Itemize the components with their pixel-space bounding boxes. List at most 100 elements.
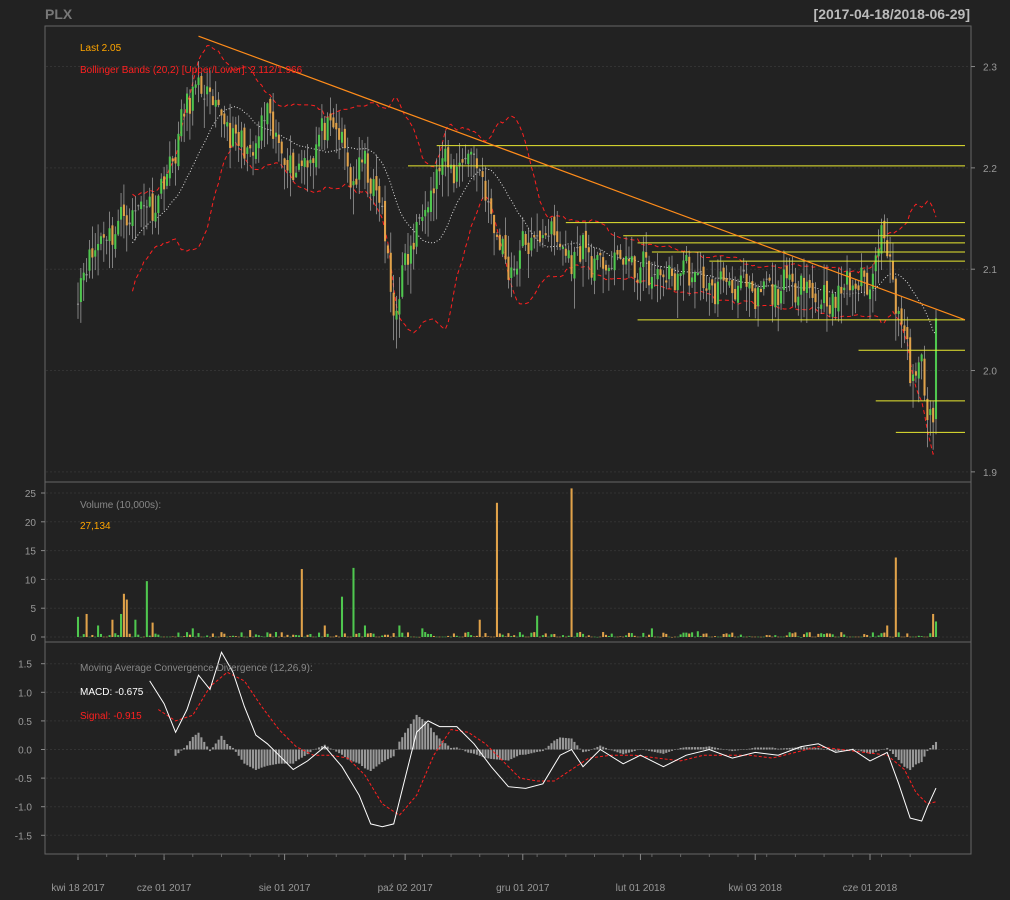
candle-body — [404, 253, 407, 265]
macd-histogram-bar — [527, 749, 530, 754]
volume-bar — [874, 636, 877, 638]
macd-histogram-bar — [734, 749, 737, 751]
macd-histogram-bar — [903, 749, 906, 767]
volume-bar — [622, 636, 625, 638]
macd-histogram-bar — [501, 749, 504, 760]
macd-histogram-bar — [889, 749, 892, 751]
macd-histogram-bar — [662, 749, 665, 754]
volume-bar — [498, 633, 501, 637]
candle-body — [639, 267, 642, 284]
volume-bar — [725, 633, 728, 637]
volume-bar — [670, 636, 674, 638]
macd-histogram-bar — [372, 749, 375, 769]
candle-body — [194, 84, 197, 88]
volume-bar — [335, 635, 338, 637]
volume-bar — [303, 636, 306, 638]
macd-histogram-bar — [725, 749, 728, 750]
macd-histogram-bar — [627, 749, 630, 753]
macd-histogram-bar — [220, 735, 223, 750]
candle-body — [358, 157, 361, 180]
macd-histogram-bar — [897, 749, 900, 760]
macd-histogram-bar — [263, 749, 266, 767]
volume-bar — [229, 636, 232, 637]
volume-bar — [742, 636, 745, 638]
macd-histogram-bar — [541, 749, 544, 752]
candle-body — [699, 271, 702, 273]
candle-body — [231, 128, 234, 147]
macd-histogram-bar — [596, 746, 599, 750]
candle-body — [372, 179, 375, 197]
candle-body — [860, 267, 863, 287]
volume-bar — [541, 635, 544, 637]
volume-bar — [272, 636, 275, 638]
macd-histogram-bar — [696, 747, 699, 750]
macd-histogram-bar — [470, 749, 473, 754]
candle-body — [226, 122, 229, 127]
candle-body — [266, 103, 269, 125]
candle-body — [650, 276, 653, 289]
candle-body — [831, 293, 834, 317]
volume-last-value: 27,134 — [80, 521, 111, 532]
volume-bar — [886, 625, 889, 637]
volume-bar — [277, 636, 280, 638]
candle-body — [854, 283, 857, 289]
volume-bar — [570, 488, 573, 637]
candle-body — [559, 243, 562, 247]
volume-bar — [475, 635, 478, 637]
macd-histogram-bar — [389, 749, 392, 758]
candle-body — [934, 318, 938, 420]
macd-histogram-bar — [427, 723, 430, 750]
candle-body — [616, 249, 619, 255]
macd-histogram-bar — [777, 748, 780, 750]
macd-histogram-bar — [877, 749, 880, 751]
volume-bar — [914, 636, 917, 638]
volume-bar — [283, 636, 286, 638]
volume-bar — [934, 621, 938, 637]
macd-histogram-bar — [774, 748, 777, 750]
macd-histogram-bar — [693, 747, 696, 750]
macd-tick-label: 0.5 — [18, 717, 32, 728]
macd-histogram-bar — [524, 749, 527, 755]
volume-bar — [619, 636, 622, 637]
candle-body — [691, 277, 694, 283]
volume-bar — [145, 581, 148, 637]
macd-histogram-bar — [231, 747, 234, 750]
volume-bar — [389, 636, 392, 638]
volume-bar — [736, 636, 740, 638]
candle-body — [587, 247, 590, 253]
candle-body — [874, 255, 877, 272]
candle-body — [530, 237, 533, 251]
volume-bar — [854, 636, 857, 638]
candle-body — [160, 178, 163, 194]
macd-histogram-bar — [461, 749, 464, 751]
candle-body — [217, 99, 220, 106]
candle-body — [805, 281, 808, 293]
volume-bar — [326, 633, 329, 637]
volume-bar — [587, 635, 590, 637]
candle-body — [518, 250, 521, 269]
volume-bar — [929, 633, 932, 637]
volume-bar — [501, 634, 504, 637]
volume-bar — [584, 636, 587, 638]
volume-bar — [266, 632, 269, 637]
candle-body — [782, 269, 785, 291]
candle-body — [762, 281, 765, 290]
volume-bar — [877, 635, 880, 637]
macd-histogram-bar — [768, 747, 771, 750]
volume-bar — [699, 636, 702, 637]
volume-bar — [438, 636, 441, 638]
macd-histogram-bar — [751, 748, 754, 750]
volume-bar — [527, 636, 530, 638]
candle-body — [668, 265, 671, 280]
macd-histogram-bar — [699, 747, 702, 750]
volume-bar — [516, 636, 519, 638]
volume-bar — [263, 636, 266, 638]
volume-bar — [518, 632, 521, 637]
volume-bar — [231, 635, 234, 637]
candle-body — [656, 269, 659, 280]
candle-body — [487, 200, 490, 203]
macd-histogram-bar — [648, 749, 651, 751]
macd-histogram-bar — [516, 749, 519, 757]
macd-histogram-bar — [802, 747, 806, 750]
candle-body — [912, 374, 915, 381]
